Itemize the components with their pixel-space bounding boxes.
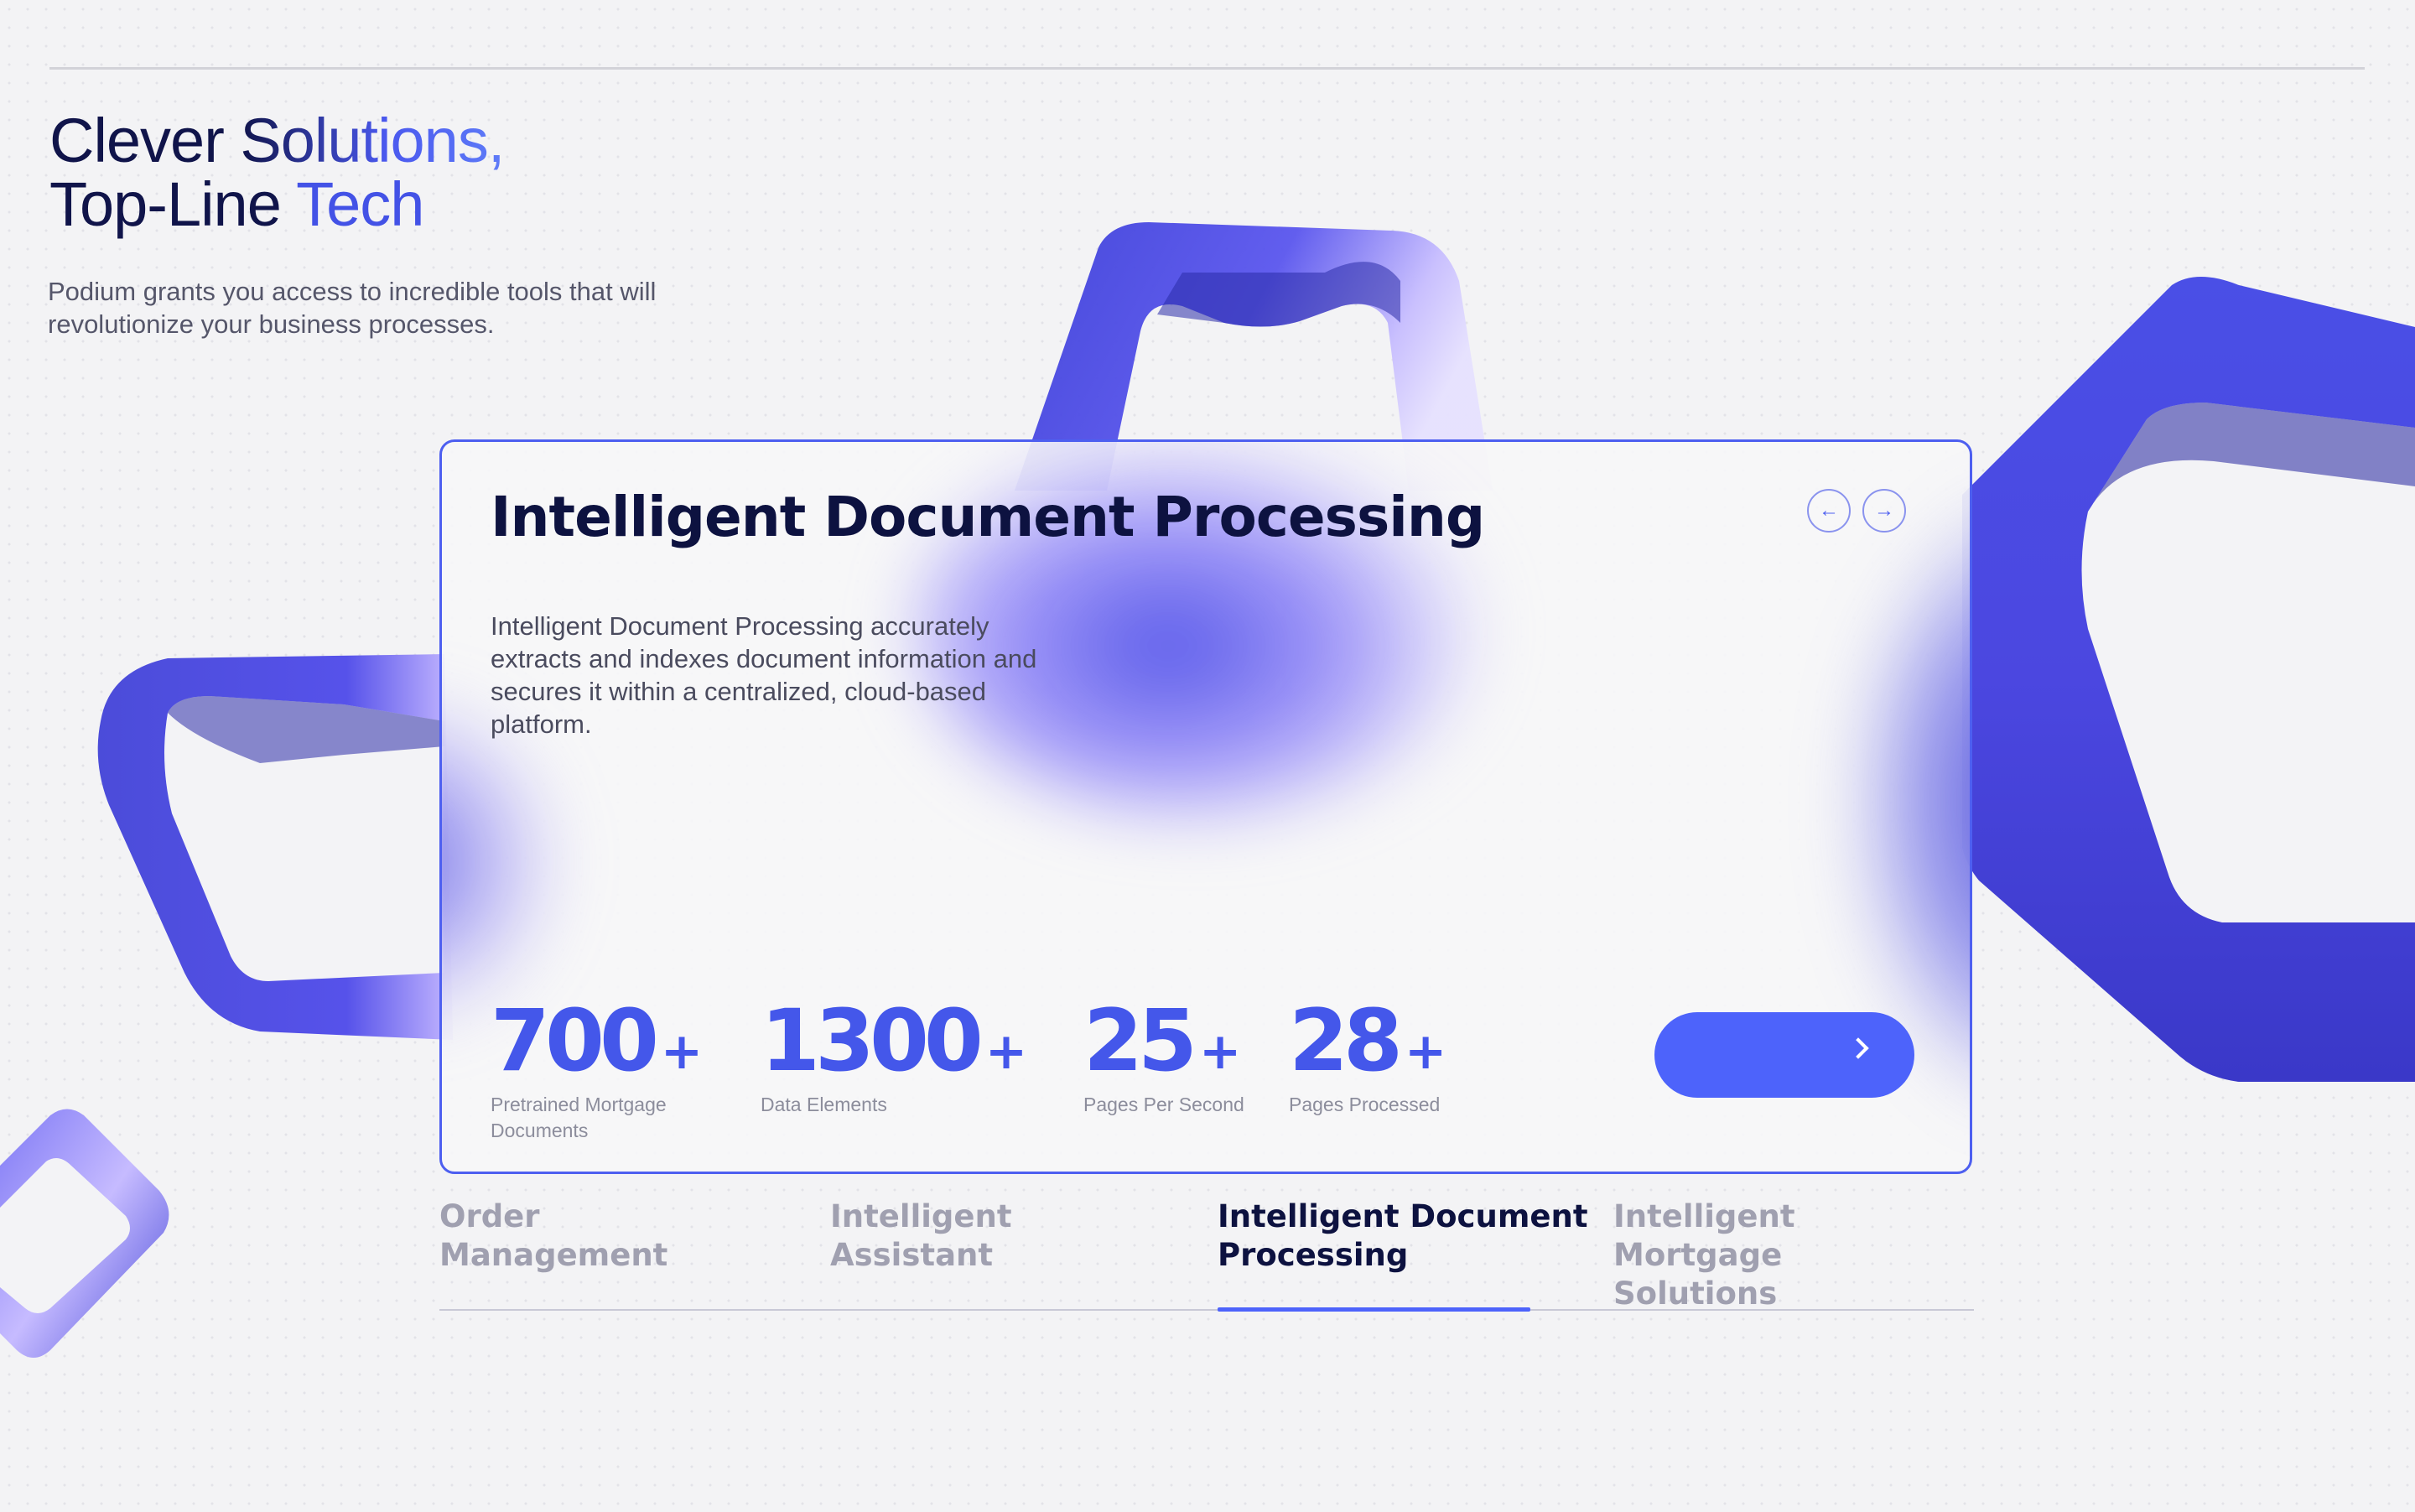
stat-label: Pages Per Second (1083, 1094, 1244, 1115)
stat-value: 700 + (491, 999, 742, 1094)
stat-value: 1300 + (761, 999, 1062, 1094)
blurred-shape-left (442, 694, 559, 1029)
hero-subtitle: Podium grants you access to incredible t… (48, 277, 657, 339)
stat-number: 25 (1083, 991, 1197, 1091)
stat-number: 1300 (761, 991, 984, 1091)
top-divider (49, 67, 2365, 70)
hero-title: Clever Solutions, Top-Line Tech (49, 106, 505, 236)
tabs-divider (439, 1309, 1974, 1311)
stat-number: 28 (1289, 991, 1403, 1091)
tab-order-management[interactable]: Order Management (439, 1198, 667, 1275)
active-tab-indicator (1218, 1307, 1530, 1312)
hero-title-highlight: Solutions, (240, 106, 505, 175)
arrow-right-icon: → (1874, 499, 1894, 522)
card-description: Intelligent Document Processing accurate… (491, 611, 1037, 739)
card-title: Intelligent Document Processing (491, 485, 1485, 549)
tab-intelligent-assistant[interactable]: Intelligent Assistant (830, 1198, 1012, 1275)
stat-label: Pages Processed (1289, 1094, 1441, 1115)
ring-shape-bottom-left (0, 1109, 169, 1358)
hero-title-word: Top-Line (49, 169, 297, 239)
feature-card: Intelligent Document Processing ← → Inte… (439, 439, 1972, 1174)
previous-button[interactable]: ← (1807, 489, 1851, 533)
hero-title-line-1: Clever Solutions, (49, 106, 505, 175)
stat-label: Data Elements (761, 1094, 887, 1115)
stat-suffix: + (984, 1022, 1028, 1081)
stat-suffix: + (1198, 1022, 1242, 1081)
stat-suffix: + (660, 1022, 704, 1081)
chevron-right-icon (1847, 1037, 1869, 1059)
ring-shape-right (1962, 277, 2415, 1082)
arrow-left-icon: ← (1819, 499, 1839, 522)
stat-item: 28 + Pages Processed (1289, 999, 1490, 1118)
stat-item: 700 + Pretrained Mortgage Documents (491, 999, 742, 1144)
stat-item: 25 + Pages Per Second (1083, 999, 1276, 1118)
tab-intelligent-mortgage-solutions[interactable]: Intelligent Mortgage Solutions (1613, 1198, 1974, 1313)
cta-button[interactable] (1654, 1012, 1914, 1098)
hero-title-word: Clever (49, 106, 241, 175)
stat-suffix: + (1404, 1022, 1447, 1081)
stat-value: 25 + (1083, 999, 1276, 1094)
stat-label: Pretrained Mortgage Documents (491, 1094, 667, 1141)
ring-shape-left (97, 654, 454, 1040)
feature-tabs: Order Management Intelligent Assistant I… (439, 1191, 1974, 1312)
tab-intelligent-document-processing[interactable]: Intelligent Document Processing (1218, 1198, 1588, 1275)
hero-title-line-2: Top-Line Tech (49, 173, 504, 236)
stat-value: 28 + (1289, 999, 1490, 1094)
stat-number: 700 (491, 991, 659, 1091)
hero-title-highlight: Tech (296, 169, 424, 239)
stat-item: 1300 + Data Elements (761, 999, 1062, 1118)
next-button[interactable]: → (1862, 489, 1906, 533)
